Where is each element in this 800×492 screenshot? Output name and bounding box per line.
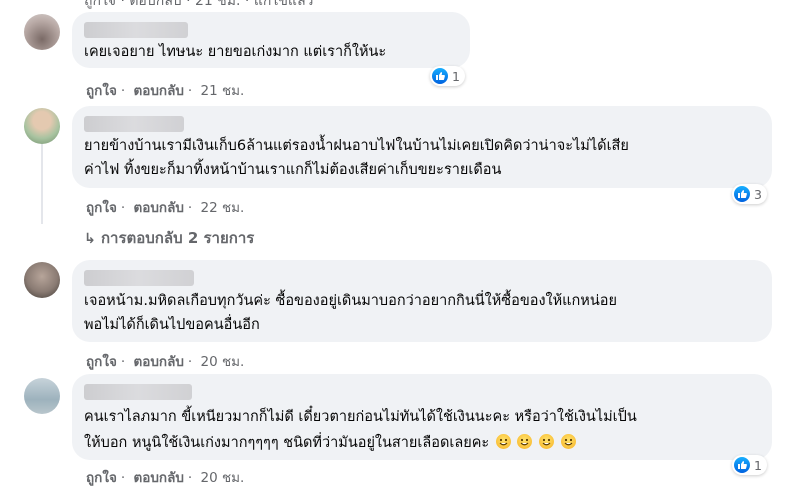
comment-text: ค่าไฟ ทิ้งขยะก็มาทิ้งหน้าบ้านเราแกก็ไม่ต… — [84, 162, 502, 178]
avatar[interactable] — [24, 378, 60, 414]
comment-text: ให้บอก หนูนิใช้เงินเก่งมากๆๆๆๆ ชนิดที่ว่… — [84, 431, 576, 455]
grin-emoji-icon — [495, 434, 511, 449]
reaction-number: 3 — [754, 186, 762, 202]
avatar[interactable] — [24, 262, 60, 298]
like-thumb-icon — [734, 186, 750, 202]
avatar[interactable] — [24, 108, 60, 144]
avatar[interactable] — [24, 14, 60, 50]
reaction-count[interactable]: 3 — [732, 184, 767, 204]
comment-text: คนเราไลภมาก ขี้เหนียวมากก็ไม่ดี เดี๋ยวตา… — [84, 409, 637, 425]
comment-actions: ถูกใจ · ตอบกลับ · 20 ชม. — [86, 470, 245, 486]
comment-text-line: ให้บอก หนูนิใช้เงินเก่งมากๆๆๆๆ ชนิดที่ว่… — [84, 435, 490, 451]
timestamp[interactable]: 22 ชม. — [201, 200, 245, 216]
reply-link[interactable]: ตอบกลับ — [133, 83, 183, 99]
redacted-author-name[interactable] — [84, 116, 184, 132]
grin-emoji-icon — [539, 434, 555, 449]
view-replies-label[interactable]: การตอบกลับ 2 รายการ — [101, 229, 254, 247]
reaction-count[interactable]: 1 — [732, 455, 767, 475]
reply-link[interactable]: ตอบกลับ — [133, 200, 183, 216]
more-options-icon[interactable]: ••• — [762, 0, 793, 7]
grin-emoji-icon — [517, 434, 533, 449]
reaction-number: 1 — [754, 457, 762, 473]
comment-text: เจอหน้าม.มหิดลเกือบทุกวันค่ะ ซื้อของอยู่… — [84, 293, 617, 309]
reaction-number: 1 — [452, 68, 460, 84]
comment-text: พอไม่ได้ก็เดินไปขอคนอื่นอีก — [84, 317, 260, 333]
comment-text: เคยเจอยาย ไทษนะ ยายขอเก่งมาก แต่เราก็ให้… — [84, 44, 387, 60]
like-thumb-icon — [734, 457, 750, 473]
comment-actions: ถูกใจ · ตอบกลับ · 22 ชม. — [86, 200, 245, 216]
like-link[interactable]: ถูกใจ — [86, 470, 117, 486]
comment-actions: ถูกใจ · ตอบกลับ · 21 ชม. — [86, 83, 245, 99]
redacted-author-name[interactable] — [84, 22, 188, 38]
like-link[interactable]: ถูกใจ — [86, 200, 117, 216]
redacted-author-name[interactable] — [84, 384, 192, 400]
like-link[interactable]: ถูกใจ — [86, 83, 117, 99]
comment-text: ยายข้างบ้านเรามีเงินเก็บ6ล้านแต่รองน้ำฝน… — [84, 138, 629, 154]
previous-comment-meta: ถูกใจ · ตอบกลับ · 21 ชม. · แก้ไขแล้ว — [84, 0, 314, 9]
reply-link[interactable]: ตอบกลับ — [133, 354, 183, 370]
timestamp[interactable]: 20 ชม. — [201, 354, 245, 370]
like-thumb-icon — [432, 68, 448, 84]
like-link[interactable]: ถูกใจ — [86, 354, 117, 370]
timestamp[interactable]: 21 ชม. — [201, 83, 245, 99]
view-replies-link[interactable]: ↳ การตอบกลับ 2 รายการ — [84, 226, 254, 250]
comment-actions: ถูกใจ · ตอบกลับ · 20 ชม. — [86, 354, 245, 370]
thread-line — [41, 144, 43, 224]
redacted-author-name[interactable] — [84, 270, 194, 286]
reaction-count[interactable]: 1 — [430, 66, 465, 86]
reply-link[interactable]: ตอบกลับ — [133, 470, 183, 486]
reply-arrow-icon: ↳ — [84, 231, 96, 247]
timestamp[interactable]: 20 ชม. — [201, 470, 245, 486]
grin-emoji-icon — [560, 434, 576, 449]
